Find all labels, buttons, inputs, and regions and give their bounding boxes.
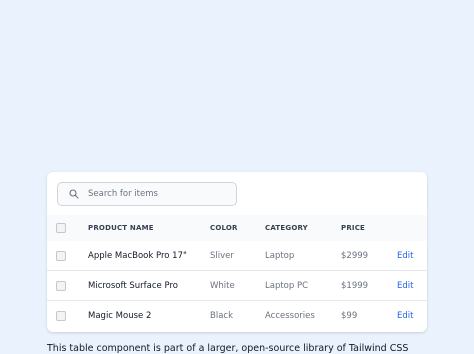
caption-text: This table component is part of a larger… bbox=[47, 343, 409, 354]
table-row: Magic Mouse 2 Black Accessories $99 Edit bbox=[47, 301, 427, 331]
header-price: PRICE bbox=[341, 224, 366, 232]
search-icon bbox=[63, 189, 85, 199]
product-name: Magic Mouse 2 bbox=[88, 311, 152, 321]
product-color: Sliver bbox=[210, 250, 234, 261]
table-row: Apple MacBook Pro 17" Sliver Laptop $299… bbox=[47, 241, 427, 271]
product-name: Microsoft Surface Pro bbox=[88, 280, 178, 291]
edit-link[interactable]: Edit bbox=[397, 281, 413, 291]
product-name: Apple MacBook Pro 17" bbox=[88, 250, 187, 261]
edit-link[interactable]: Edit bbox=[397, 311, 413, 321]
product-category: Accessories bbox=[265, 311, 315, 321]
table-card: PRODUCT NAME COLOR CATEGORY PRICE Apple … bbox=[47, 172, 427, 332]
product-price: $99 bbox=[341, 311, 358, 321]
row-checkbox[interactable] bbox=[56, 250, 66, 261]
header-product-name: PRODUCT NAME bbox=[88, 224, 154, 232]
header-color: COLOR bbox=[210, 224, 238, 232]
product-price: $1999 bbox=[341, 280, 369, 291]
table-header: PRODUCT NAME COLOR CATEGORY PRICE bbox=[47, 215, 427, 241]
table-row: Microsoft Surface Pro White Laptop PC $1… bbox=[47, 271, 427, 301]
product-price: $2999 bbox=[341, 250, 369, 261]
row-checkbox[interactable] bbox=[56, 311, 66, 321]
header-category: CATEGORY bbox=[265, 224, 308, 232]
product-color: White bbox=[210, 280, 235, 291]
product-category: Laptop PC bbox=[265, 280, 309, 291]
row-checkbox[interactable] bbox=[56, 280, 66, 291]
edit-link[interactable]: Edit bbox=[397, 251, 413, 261]
select-all-checkbox[interactable] bbox=[56, 223, 66, 233]
search-input[interactable] bbox=[88, 189, 228, 199]
product-category: Laptop bbox=[265, 250, 295, 261]
search-box[interactable] bbox=[57, 182, 237, 206]
product-color: Black bbox=[210, 311, 233, 321]
